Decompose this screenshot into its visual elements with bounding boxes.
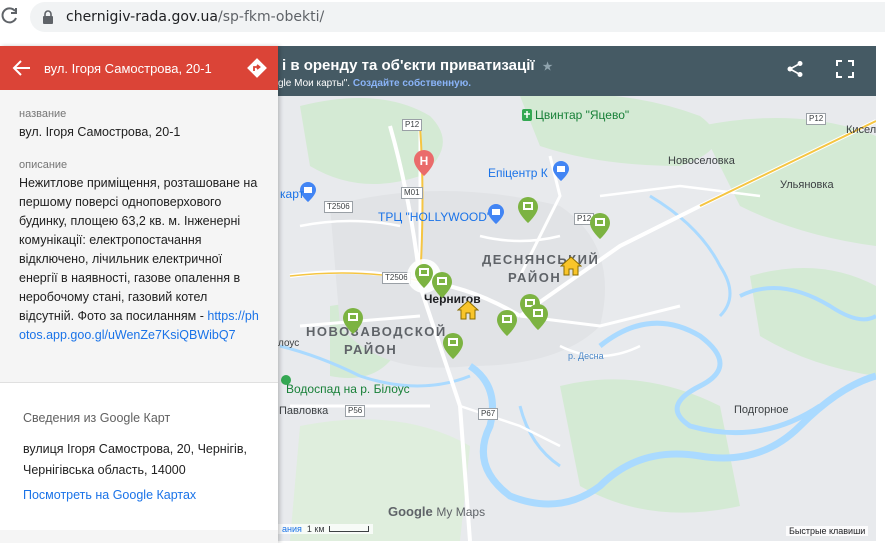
create-own-link[interactable]: Создайте собственную.	[353, 78, 471, 89]
browser-toolbar: chernigiv-rada.gov.ua/sp-fkm-obekti/	[0, 0, 885, 34]
label-hollywood[interactable]: ТРЦ "HOLLYWOOD"	[378, 210, 491, 224]
district-novozavodskoy-line2: РАЙОН	[344, 342, 398, 357]
name-label: название	[19, 108, 67, 120]
label-kart: карт	[280, 187, 305, 201]
mymaps-wordmark: My Maps	[436, 505, 486, 519]
district-desnyansky-line2: РАЙОН	[508, 270, 562, 285]
label-epicentr[interactable]: Епіцентр К	[488, 166, 548, 180]
svg-text:H: H	[420, 154, 429, 168]
label-ulyanovka: Ульяновка	[780, 179, 834, 191]
hospital-pin-icon: H	[414, 150, 434, 176]
back-arrow-icon[interactable]	[12, 58, 32, 78]
scale-bar: ания 1 км	[278, 524, 373, 534]
map-header: і в оренду та об'єкти приватизації ★ gle …	[278, 46, 876, 96]
district-novozavodskoy-line1: НОВОЗАВОДСКОЙ	[306, 324, 447, 339]
name-value: вул. Ігоря Самострова, 20-1	[19, 125, 181, 139]
google-maps-info: Сведения из Google Карт вулиця Ігоря Сам…	[0, 382, 278, 530]
panel-body: название вул. Ігоря Самострова, 20-1 опи…	[0, 90, 278, 382]
gmaps-address: вулиця Ігоря Самострова, 20, Чернігів, Ч…	[23, 442, 247, 477]
label-kiselovka: Кисел	[846, 124, 876, 136]
panel-header: вул. Ігоря Самострова, 20-1	[0, 46, 278, 90]
scale-line	[328, 526, 369, 532]
keyboard-shortcuts-link[interactable]: Быстрые клавиши	[786, 526, 869, 536]
description-value: Нежитлове приміщення, розташоване на пер…	[19, 174, 264, 345]
label-lous: лоус	[278, 338, 300, 349]
road-shield: M01	[401, 187, 423, 199]
google-wordmark: Google	[388, 504, 433, 519]
description-text: Нежитлове приміщення, розташоване на пер…	[19, 176, 258, 323]
road-shield: P67	[478, 408, 499, 420]
description-label: описание	[19, 159, 68, 171]
star-icon[interactable]: ★	[543, 60, 553, 73]
details-panel: вул. Ігоря Самострова, 20-1 название вул…	[0, 46, 278, 543]
property-marker[interactable]	[590, 213, 610, 239]
cemetery-icon	[522, 109, 532, 121]
shopping-pin-icon	[488, 204, 504, 224]
property-marker[interactable]	[528, 304, 548, 330]
property-marker[interactable]	[343, 308, 363, 334]
gmaps-title: Сведения из Google Карт	[23, 411, 171, 425]
property-marker[interactable]	[518, 197, 538, 223]
map-subtitle: gle Мои карты". Создайте собственную.	[278, 78, 471, 89]
label-vodospad[interactable]: Водоспад на р. Білоус	[286, 382, 410, 396]
label-yatsevo[interactable]: Цвинтар "Яцево"	[535, 108, 629, 122]
reload-icon[interactable]	[0, 6, 20, 26]
url-path: /sp-fkm-obekti/	[218, 9, 325, 25]
view-in-google-maps-link[interactable]: Посмотреть на Google Картах	[23, 488, 196, 502]
lock-icon	[43, 10, 53, 24]
url-text: chernigiv-rada.gov.ua/sp-fkm-obekti/	[66, 9, 324, 25]
road-shield: P12	[402, 119, 423, 131]
share-icon[interactable]	[786, 60, 804, 78]
scale-value: 1 км	[306, 524, 325, 534]
google-logo: Google My Maps	[388, 504, 485, 519]
road-shield: T2506	[324, 201, 353, 213]
road-shield: P12	[806, 113, 827, 125]
address-bar[interactable]: chernigiv-rada.gov.ua/sp-fkm-obekti/	[30, 2, 885, 32]
property-marker[interactable]	[497, 310, 517, 336]
panel-title: вул. Ігоря Самострова, 20-1	[44, 61, 212, 76]
scale-prefix: ания	[282, 524, 302, 534]
road-shield: P56	[345, 405, 366, 417]
property-marker[interactable]	[432, 272, 452, 298]
label-desna: р. Десна	[568, 351, 604, 361]
label-podgornoe: Подгорное	[734, 404, 789, 416]
directions-icon[interactable]	[246, 57, 268, 79]
label-pavlovka: Павловка	[279, 405, 329, 417]
url-host: chernigiv-rada.gov.ua	[66, 9, 218, 25]
label-novoselovka: Новоселовка	[668, 155, 735, 167]
district-novozavodskoy: НОВОЗАВОДСКОЙ РАЙОН	[306, 323, 447, 359]
property-marker[interactable]	[443, 333, 463, 359]
house-icon[interactable]	[560, 255, 582, 277]
house-icon[interactable]	[457, 299, 479, 321]
fullscreen-icon[interactable]	[836, 60, 854, 78]
map-title-text: і в оренду та об'єкти приватизації	[282, 57, 535, 74]
map-subtitle-text: gle Мои карты".	[278, 78, 351, 89]
panel-footer	[0, 530, 278, 543]
shopping-pin-icon	[553, 161, 569, 181]
map-title: і в оренду та об'єкти приватизації ★	[282, 57, 553, 74]
park-icon	[281, 375, 291, 385]
